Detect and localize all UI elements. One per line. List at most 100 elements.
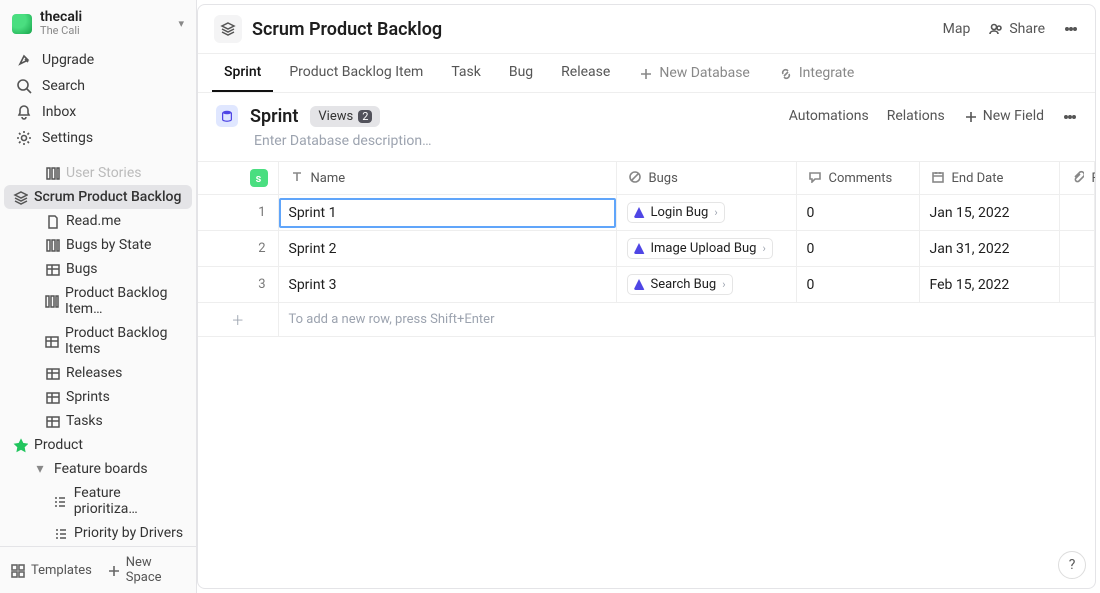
dots-icon	[1063, 21, 1079, 37]
link-icon	[778, 66, 793, 81]
nav-search-label: Search	[42, 78, 85, 94]
nav-settings[interactable]: Settings	[8, 125, 188, 151]
share-button[interactable]: Share	[988, 21, 1045, 37]
new-field-label: New Field	[983, 108, 1044, 124]
automations-button[interactable]: Automations	[789, 108, 869, 124]
cell-bugs[interactable]: Search Bug›	[617, 267, 796, 302]
cell-name[interactable]: Sprint 3	[279, 270, 616, 300]
tree-item-bugs[interactable]: Bugs	[4, 257, 192, 281]
chevron-right-icon: ›	[722, 278, 725, 291]
table-row[interactable]: 3Sprint 3Search Bug›0Feb 15, 2022	[198, 267, 1095, 303]
cell-comments[interactable]: 0	[797, 234, 919, 264]
nav-inbox-label: Inbox	[42, 104, 76, 120]
tree-item-releases[interactable]: Releases	[4, 361, 192, 385]
views-switcher[interactable]: Views 2	[310, 106, 380, 127]
tree-label: Releases	[66, 365, 122, 381]
nav-settings-label: Settings	[42, 130, 93, 146]
new-row-hint[interactable]: To add a new row, press Shift+Enter	[279, 305, 1095, 334]
cell-bugs[interactable]: Login Bug›	[617, 195, 796, 230]
tree-label: Product	[34, 437, 83, 453]
tree-item-priority-drivers[interactable]: Priority by Drivers	[4, 521, 192, 545]
cell-name[interactable]: Sprint 2	[279, 234, 616, 264]
tab-pbi[interactable]: Product Backlog Item	[277, 54, 435, 92]
nav-upgrade[interactable]: Upgrade	[8, 47, 188, 73]
table-row[interactable]: 1Sprint 1Login Bug›0Jan 15, 2022	[198, 195, 1095, 231]
col-end-date[interactable]: End Date	[919, 162, 1059, 195]
col-bugs[interactable]: Bugs	[616, 162, 796, 195]
relations-button[interactable]: Relations	[887, 108, 945, 124]
bug-icon	[634, 279, 645, 290]
more-menu-button[interactable]	[1063, 21, 1079, 37]
board-icon	[44, 294, 59, 309]
help-button[interactable]: ?	[1058, 551, 1086, 579]
board-icon	[45, 166, 60, 181]
tree-item-tasks[interactable]: Tasks	[4, 409, 192, 433]
col-comments[interactable]: Comments	[796, 162, 919, 195]
view-more-button[interactable]	[1062, 109, 1077, 124]
new-field-button[interactable]: New Field	[963, 108, 1044, 124]
col-files[interactable]: Files	[1059, 162, 1095, 195]
tree-label: Product Backlog Items	[65, 325, 186, 357]
table-icon	[45, 414, 60, 429]
new-database-button[interactable]: New Database	[626, 55, 762, 91]
nav-inbox[interactable]: Inbox	[8, 99, 188, 125]
tree-label: Bugs by State	[66, 237, 151, 253]
cell-end-date[interactable]: Feb 15, 2022	[920, 270, 1059, 300]
cell-end-date[interactable]: Jan 31, 2022	[920, 234, 1059, 264]
cell-comments[interactable]: 0	[797, 270, 919, 300]
people-icon	[988, 21, 1004, 37]
cell-comments[interactable]: 0	[797, 198, 919, 228]
bug-chip[interactable]: Search Bug›	[627, 274, 733, 295]
tree-item-cutoff[interactable]: User Stories	[4, 161, 192, 185]
list-icon	[52, 494, 67, 509]
tree-item-sprints[interactable]: Sprints	[4, 385, 192, 409]
map-button[interactable]: Map	[943, 21, 971, 37]
table-icon	[45, 390, 60, 405]
tree-item-feature-prior[interactable]: Feature prioritiza…	[4, 481, 192, 521]
table-row[interactable]: 2Sprint 2Image Upload Bug›0Jan 31, 2022	[198, 231, 1095, 267]
tree-item-readme[interactable]: Read.me	[4, 209, 192, 233]
workspace-switcher[interactable]: thecali The Cali ▾	[0, 0, 196, 41]
tree-item-pbi-board[interactable]: Product Backlog Item…	[4, 281, 192, 321]
tab-release[interactable]: Release	[549, 54, 622, 92]
tab-task[interactable]: Task	[439, 54, 493, 92]
data-table: s Name Bugs Comments End Date Files 1Spr…	[198, 162, 1095, 337]
tab-sprint[interactable]: Sprint	[212, 54, 273, 92]
tree-item-scrum[interactable]: Scrum Product Backlog	[4, 185, 192, 209]
bug-chip[interactable]: Login Bug›	[627, 202, 725, 223]
tree-item-bugs-state[interactable]: Bugs by State	[4, 233, 192, 257]
select-all-badge[interactable]: s	[250, 169, 268, 187]
nav-search[interactable]: Search	[8, 73, 188, 99]
views-count: 2	[358, 110, 372, 123]
cell-name[interactable]: Sprint 1	[279, 198, 616, 228]
share-label: Share	[1009, 21, 1045, 37]
plus-icon	[638, 66, 653, 81]
sidebar-tree: User Stories Scrum Product Backlog Read.…	[0, 161, 196, 546]
cell-end-date[interactable]: Jan 15, 2022	[920, 198, 1059, 228]
col-name[interactable]: Name	[278, 162, 616, 195]
cell-files[interactable]	[1060, 206, 1095, 220]
templates-button[interactable]: Templates	[10, 563, 92, 578]
db-description[interactable]: Enter Database description…	[198, 133, 1095, 161]
workspace-name: thecali	[40, 10, 170, 25]
add-row-button[interactable]: ＋	[198, 303, 278, 336]
automations-label: Automations	[789, 108, 869, 124]
dots-icon	[1062, 109, 1077, 124]
tree-label: Scrum Product Backlog	[34, 189, 181, 205]
tree-item-pbi-table[interactable]: Product Backlog Items	[4, 321, 192, 361]
cell-files[interactable]	[1060, 278, 1095, 292]
tab-bug[interactable]: Bug	[497, 54, 545, 92]
tree-label: Feature prioritiza…	[74, 485, 186, 517]
rocket-icon	[16, 52, 32, 68]
tree-item-product[interactable]: Product	[4, 433, 192, 457]
cell-bugs[interactable]: Image Upload Bug›	[617, 231, 796, 266]
tree-item-feature-boards[interactable]: ▾ Feature boards	[4, 457, 192, 481]
bell-icon	[16, 104, 32, 120]
new-database-label: New Database	[659, 65, 750, 81]
col-files-label: Files	[1092, 171, 1096, 186]
new-space-button[interactable]: New Space	[106, 555, 186, 585]
cell-files[interactable]	[1060, 242, 1095, 256]
bug-chip[interactable]: Image Upload Bug›	[627, 238, 773, 259]
integrate-button[interactable]: Integrate	[766, 55, 867, 91]
chevron-down-icon: ▾	[32, 461, 48, 477]
